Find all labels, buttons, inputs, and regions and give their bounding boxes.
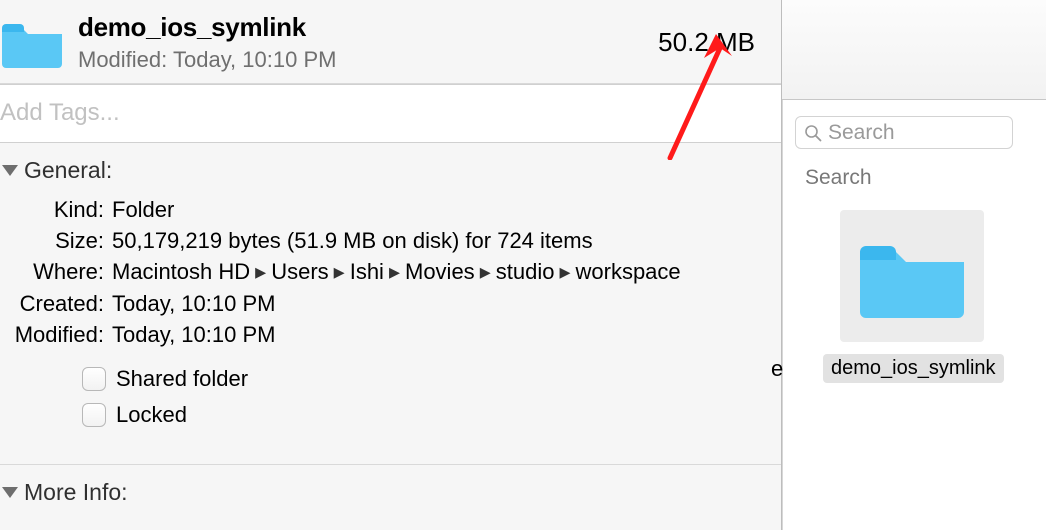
finder-window: Search Search e demo_ios_symlink bbox=[782, 0, 1046, 530]
breadcrumb-separator-icon: ▸ bbox=[334, 259, 345, 284]
search-input[interactable]: Search bbox=[795, 116, 1013, 149]
info-title: demo_ios_symlink bbox=[78, 12, 336, 43]
shared-folder-label: Shared folder bbox=[116, 366, 248, 392]
folder-icon bbox=[856, 230, 968, 322]
column-divider bbox=[782, 100, 783, 530]
where-value: Macintosh HD▸Users▸Ishi▸Movies▸studio▸wo… bbox=[112, 256, 781, 287]
preview-thumbnail bbox=[840, 210, 984, 342]
breadcrumb-separator-icon: ▸ bbox=[559, 259, 570, 284]
prev-column-text: e bbox=[771, 356, 783, 382]
breadcrumb-part: studio bbox=[496, 259, 555, 284]
breadcrumb-part: Movies bbox=[405, 259, 475, 284]
kind-label: Kind: bbox=[0, 194, 104, 225]
size-value: 50,179,219 bytes (51.9 MB on disk) for 7… bbox=[112, 225, 781, 256]
general-section-header[interactable]: General: bbox=[0, 143, 781, 194]
created-label: Created: bbox=[0, 288, 104, 319]
search-placeholder: Search bbox=[828, 121, 895, 145]
info-size: 50.2 MB bbox=[658, 27, 765, 58]
get-info-panel: demo_ios_symlink Modified: Today, 10:10 … bbox=[0, 0, 782, 530]
column-label: Search bbox=[805, 166, 872, 190]
breadcrumb-part: Users bbox=[271, 259, 328, 284]
folder-icon bbox=[0, 16, 64, 70]
where-label: Where: bbox=[0, 256, 104, 287]
kind-value: Folder bbox=[112, 194, 781, 225]
modified-label: Modified: bbox=[0, 319, 104, 350]
info-header: demo_ios_symlink Modified: Today, 10:10 … bbox=[0, 0, 781, 84]
breadcrumb-part: Ishi bbox=[350, 259, 384, 284]
shared-folder-checkbox-row[interactable]: Shared folder bbox=[82, 366, 781, 392]
size-label: Size: bbox=[0, 225, 104, 256]
more-info-section-header[interactable]: More Info: bbox=[0, 465, 781, 506]
breadcrumb-separator-icon: ▸ bbox=[389, 259, 400, 284]
locked-checkbox-row[interactable]: Locked bbox=[82, 402, 781, 428]
tags-input[interactable]: Add Tags... bbox=[0, 84, 781, 143]
section-label: More Info: bbox=[24, 479, 128, 506]
finder-toolbar bbox=[782, 0, 1046, 100]
general-section: Kind: Folder Size: 50,179,219 bytes (51.… bbox=[0, 194, 781, 446]
preview-item-label: demo_ios_symlink bbox=[823, 354, 1004, 383]
search-icon bbox=[804, 124, 822, 142]
section-label: General: bbox=[24, 157, 112, 184]
breadcrumb-part: workspace bbox=[576, 259, 681, 284]
breadcrumb-separator-icon: ▸ bbox=[255, 259, 266, 284]
checkbox-icon[interactable] bbox=[82, 367, 106, 391]
checkbox-icon[interactable] bbox=[82, 403, 106, 427]
breadcrumb-separator-icon: ▸ bbox=[480, 259, 491, 284]
disclosure-triangle-icon[interactable] bbox=[2, 165, 18, 176]
info-modified: Modified: Today, 10:10 PM bbox=[78, 47, 336, 73]
breadcrumb-part: Macintosh HD bbox=[112, 259, 250, 284]
disclosure-triangle-icon[interactable] bbox=[2, 487, 18, 498]
locked-label: Locked bbox=[116, 402, 187, 428]
created-value: Today, 10:10 PM bbox=[112, 288, 781, 319]
modified-value: Today, 10:10 PM bbox=[112, 319, 781, 350]
preview-item[interactable]: demo_ios_symlink bbox=[823, 210, 1001, 383]
